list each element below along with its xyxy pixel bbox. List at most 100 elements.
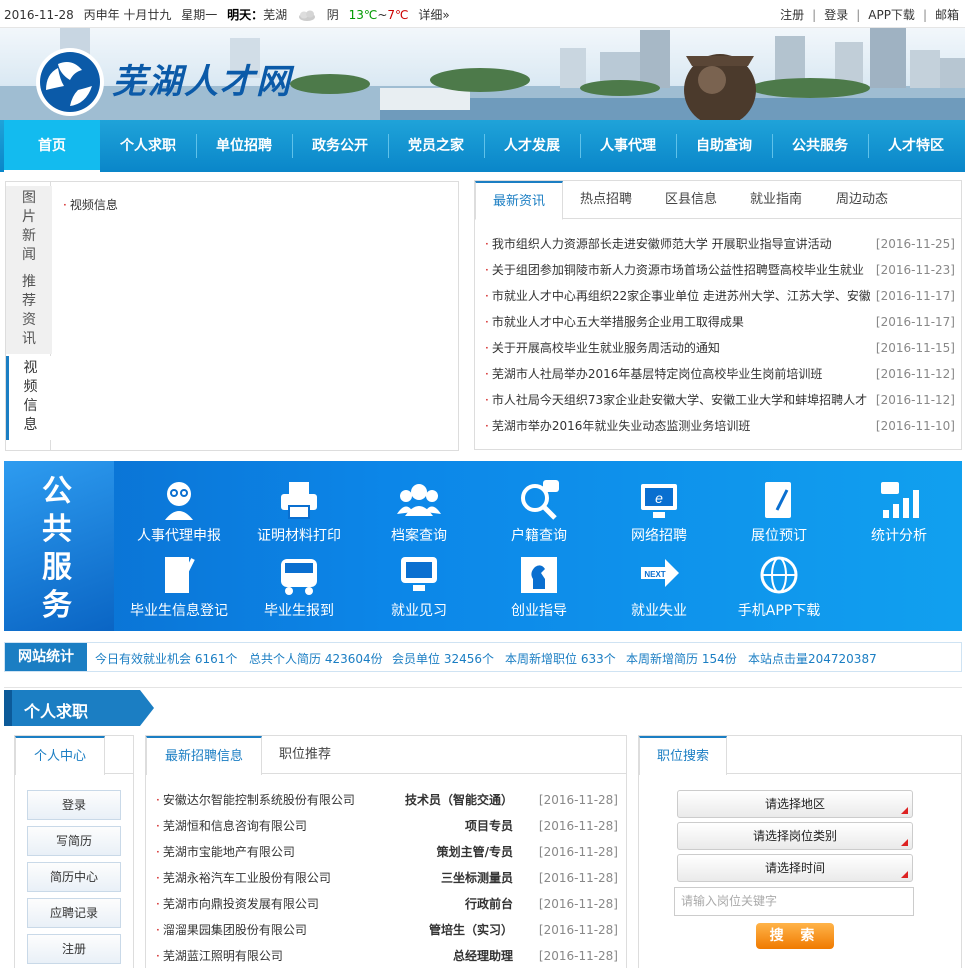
tab-latest-jobs[interactable]: 最新招聘信息 xyxy=(146,736,262,775)
svc-household-query[interactable]: 户籍查询 xyxy=(479,470,599,545)
svc-startup-guide[interactable]: 创业指导 xyxy=(479,545,599,620)
job-title[interactable]: 策划主管/专员 xyxy=(437,839,513,865)
svc-statistics[interactable]: 统计分析 xyxy=(839,470,959,545)
tab-personal-center[interactable]: 个人中心 xyxy=(15,736,105,775)
news-title[interactable]: 市就业人才中心五大举措服务企业用工取得成果 xyxy=(492,315,744,329)
job-title[interactable]: 技术员（智能交通） xyxy=(405,787,513,813)
resume-center-button[interactable]: 简历中心 xyxy=(27,862,121,892)
news-title[interactable]: 关于组团参加铜陵市新人力资源市场首场公益性招聘暨高校毕业生就业 xyxy=(492,263,864,277)
news-title[interactable]: 市人社局今天组织73家企业赴安徽大学、安徽工业大学和蚌埠招聘人才 xyxy=(492,393,867,407)
news-title[interactable]: 市就业人才中心再组织22家企事业单位 走进苏州大学、江苏大学、安徽 xyxy=(492,289,870,303)
svc-booth-booking[interactable]: 展位预订 xyxy=(719,470,839,545)
job-title[interactable]: 三坐标测量员 xyxy=(441,865,513,891)
list-item[interactable]: · 视频信息 xyxy=(63,196,118,213)
svc-app-download[interactable]: 手机APP下载 xyxy=(719,545,839,620)
keyword-input[interactable]: 请输入岗位关键字 xyxy=(674,887,914,916)
list-item[interactable]: · 芜湖市人社局举办2016年基层特定岗位高校毕业生岗前培训班 [2016-11-1… xyxy=(485,361,955,387)
svc-unemployment[interactable]: NEXT 就业失业 xyxy=(599,545,719,620)
table-row[interactable]: · 芜湖永裕汽车工业股份有限公司 三坐标测量员 [2016-11-28] xyxy=(156,865,618,891)
list-item[interactable]: · 关于组团参加铜陵市新人力资源市场首场公益性招聘暨高校毕业生就业 [2016-11… xyxy=(485,257,955,283)
job-title[interactable]: 管培生（实习） xyxy=(429,917,513,943)
nav-home[interactable]: 首页 xyxy=(4,120,100,172)
public-service-panel: 公 共 服 务 人事代理申报 证明材料打印 档案查询 户籍查询 e 网络招聘 展… xyxy=(4,461,962,631)
region-select[interactable]: 请选择地区 xyxy=(677,790,913,818)
tab-video-info[interactable]: 视 频 信 息 xyxy=(6,356,52,440)
nav-public-service[interactable]: 公共服务 xyxy=(772,120,868,172)
app-download-link[interactable]: APP下载 xyxy=(868,8,915,22)
news-title[interactable]: 芜湖市人社局举办2016年基层特定岗位高校毕业生岗前培训班 xyxy=(492,367,823,381)
job-title[interactable]: 项目专员 xyxy=(465,813,513,839)
svc-internship[interactable]: 就业见习 xyxy=(359,545,479,620)
company-name[interactable]: 安徽达尔智能控制系统股份有限公司 xyxy=(163,793,355,807)
register-link[interactable]: 注册 xyxy=(780,8,804,22)
login-button[interactable]: 登录 xyxy=(27,790,121,820)
svc-graduate-register[interactable]: 毕业生信息登记 xyxy=(119,545,239,620)
svc-label: 人事代理申报 xyxy=(137,528,221,544)
svc-label: 手机APP下载 xyxy=(737,603,821,619)
svc-archive-query[interactable]: 档案查询 xyxy=(359,470,479,545)
job-date: [2016-11-28] xyxy=(538,819,618,833)
table-row[interactable]: · 芜湖蓝江照明有限公司 总经理助理 [2016-11-28] xyxy=(156,943,618,968)
news-title[interactable]: 关于开展高校毕业生就业服务周活动的通知 xyxy=(492,341,720,355)
nav-talent-dev[interactable]: 人才发展 xyxy=(484,120,580,172)
video-info-link[interactable]: 视频信息 xyxy=(70,198,118,212)
table-row[interactable]: · 溜溜果园集团股份有限公司 管培生（实习） [2016-11-28] xyxy=(156,917,618,943)
chess-icon xyxy=(521,557,557,593)
list-item[interactable]: · 关于开展高校毕业生就业服务周活动的通知 [2016-11-15] xyxy=(485,335,955,361)
nav-talent-zone[interactable]: 人才特区 xyxy=(868,120,964,172)
search-button[interactable]: 搜 索 xyxy=(756,923,834,949)
list-item[interactable]: · 市人社局今天组织73家企业赴安徽大学、安徽工业大学和蚌埠招聘人才 [2016-1… xyxy=(485,387,955,413)
register-button[interactable]: 注册 xyxy=(27,934,121,964)
list-item[interactable]: · 芜湖市举办2016年就业失业动态监测业务培训班 [2016-11-10] xyxy=(485,413,955,439)
site-logo-text[interactable]: 芜湖人才网 xyxy=(112,54,292,103)
nav-gov-affairs[interactable]: 政务公开 xyxy=(292,120,388,172)
company-name[interactable]: 芜湖恒和信息咨询有限公司 xyxy=(163,819,307,833)
tab-hot-recruit[interactable]: 热点招聘 xyxy=(563,181,649,219)
tab-recommended[interactable]: 推 荐 资 讯 xyxy=(6,270,52,354)
tab-latest-news[interactable]: 最新资讯 xyxy=(475,181,563,220)
tab-job-recommend[interactable]: 职位推荐 xyxy=(262,736,348,774)
table-row[interactable]: · 安徽达尔智能控制系统股份有限公司 技术员（智能交通） [2016-11-28] xyxy=(156,787,618,813)
tab-nearby[interactable]: 周边动态 xyxy=(819,181,905,219)
job-title[interactable]: 总经理助理 xyxy=(453,943,513,968)
company-name[interactable]: 芜湖永裕汽车工业股份有限公司 xyxy=(163,871,331,885)
tab-county-info[interactable]: 区县信息 xyxy=(649,181,733,219)
write-resume-button[interactable]: 写简历 xyxy=(27,826,121,856)
news-title[interactable]: 芜湖市举办2016年就业失业动态监测业务培训班 xyxy=(492,419,751,433)
company-name[interactable]: 芜湖市宝能地产有限公司 xyxy=(163,845,295,859)
public-service-title: 公 共 服 务 xyxy=(4,461,114,631)
time-select[interactable]: 请选择时间 xyxy=(677,854,913,882)
table-row[interactable]: · 芜湖市宝能地产有限公司 策划主管/专员 [2016-11-28] xyxy=(156,839,618,865)
list-item[interactable]: · 市就业人才中心五大举措服务企业用工取得成果 [2016-11-17] xyxy=(485,309,955,335)
company-name[interactable]: 芜湖蓝江照明有限公司 xyxy=(163,949,283,963)
svc-online-recruit[interactable]: e 网络招聘 xyxy=(599,470,719,545)
svg-text:NEXT: NEXT xyxy=(644,570,665,579)
table-row[interactable]: · 芜湖恒和信息咨询有限公司 项目专员 [2016-11-28] xyxy=(156,813,618,839)
job-date: [2016-11-28] xyxy=(538,949,618,963)
mail-link[interactable]: 邮箱 xyxy=(935,8,959,22)
weather-detail-link[interactable]: 详细» xyxy=(418,8,449,22)
login-link[interactable]: 登录 xyxy=(824,8,848,22)
city: 芜湖 xyxy=(263,8,288,22)
table-row[interactable]: · 芜湖市向鼎投资发展有限公司 行政前台 [2016-11-28] xyxy=(156,891,618,917)
svc-personnel-agency[interactable]: 人事代理申报 xyxy=(119,470,239,545)
nav-party-home[interactable]: 党员之家 xyxy=(388,120,484,172)
tab-employment-guide[interactable]: 就业指南 xyxy=(733,181,819,219)
nav-self-query[interactable]: 自助查询 xyxy=(676,120,772,172)
company-name[interactable]: 溜溜果园集团股份有限公司 xyxy=(163,923,307,937)
category-select[interactable]: 请选择岗位类别 xyxy=(677,822,913,850)
application-record-button[interactable]: 应聘记录 xyxy=(27,898,121,928)
svc-graduate-report[interactable]: 毕业生报到 xyxy=(239,545,359,620)
nav-personnel-agency[interactable]: 人事代理 xyxy=(580,120,676,172)
list-item[interactable]: · 我市组织人力资源部长走进安徽师范大学 开展职业指导宣讲活动 [2016-11-2… xyxy=(485,231,955,257)
nav-recruiting[interactable]: 单位招聘 xyxy=(196,120,292,172)
list-item[interactable]: · 市就业人才中心再组织22家企事业单位 走进苏州大学、江苏大学、安徽 [2016-… xyxy=(485,283,955,309)
news-title[interactable]: 我市组织人力资源部长走进安徽师范大学 开展职业指导宣讲活动 xyxy=(492,237,832,251)
date-weather: 2016-11-28 丙申年 十月廿九 星期一 明天：芜湖 阴 13℃~7℃ 详… xyxy=(4,6,450,23)
svc-certificate-print[interactable]: 证明材料打印 xyxy=(239,470,359,545)
tab-job-search[interactable]: 职位搜索 xyxy=(639,736,727,775)
nav-job-seeking[interactable]: 个人求职 xyxy=(100,120,196,172)
tab-photo-news[interactable]: 图 片 新 闻 xyxy=(6,186,52,270)
company-name[interactable]: 芜湖市向鼎投资发展有限公司 xyxy=(163,897,319,911)
job-title[interactable]: 行政前台 xyxy=(465,891,513,917)
